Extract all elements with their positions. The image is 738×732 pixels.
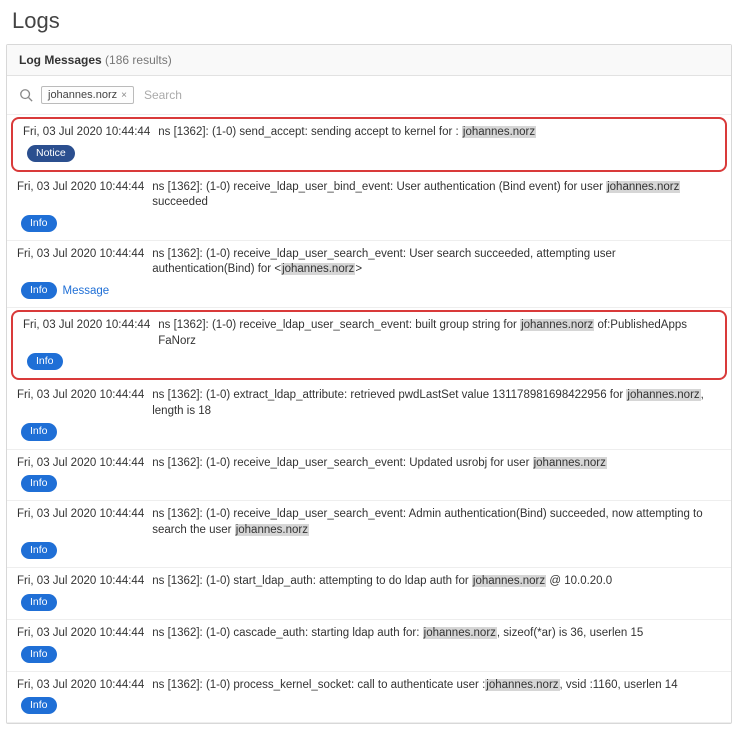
highlight-box: Fri, 03 Jul 2020 10:44:44 ns [1362]: (1-0… — [11, 117, 727, 172]
log-entry[interactable]: Fri, 03 Jul 2020 10:44:44 ns [1362]: (1-0… — [7, 174, 731, 241]
level-badge: Info — [21, 282, 57, 299]
highlighted-user: johannes.norz — [472, 575, 546, 587]
level-badge: Info — [27, 353, 63, 370]
log-list: Fri, 03 Jul 2020 10:44:44 ns [1362]: (1-0… — [7, 117, 731, 723]
log-timestamp: Fri, 03 Jul 2020 10:44:44 — [17, 627, 144, 639]
log-timestamp: Fri, 03 Jul 2020 10:44:44 — [23, 126, 150, 138]
log-message: ns [1362]: (1-0) receive_ldap_user_searc… — [158, 318, 715, 349]
highlighted-user: johannes.norz — [520, 319, 594, 331]
highlighted-user: johannes.norz — [533, 457, 607, 469]
log-message: ns [1362]: (1-0) receive_ldap_user_bind_… — [152, 180, 721, 211]
log-message: ns [1362]: (1-0) extract_ldap_attribute:… — [152, 388, 721, 419]
log-entry[interactable]: Fri, 03 Jul 2020 10:44:44 ns [1362]: (1-0… — [7, 568, 731, 620]
highlighted-user: johannes.norz — [485, 679, 559, 691]
page-title: Logs — [12, 8, 726, 34]
results-count: (186 results) — [105, 53, 172, 67]
level-badge: Info — [21, 594, 57, 611]
log-entry[interactable]: Fri, 03 Jul 2020 10:44:44 ns [1362]: (1-0… — [13, 119, 725, 170]
log-panel: Log Messages (186 results) johannes.norz… — [6, 44, 732, 724]
level-badge: Info — [21, 697, 57, 714]
highlighted-user: johannes.norz — [423, 627, 497, 639]
log-message: ns [1362]: (1-0) cascade_auth: starting … — [152, 626, 643, 642]
log-message: ns [1362]: (1-0) start_ldap_auth: attemp… — [152, 574, 612, 590]
filter-chip-label: johannes.norz — [48, 89, 117, 101]
level-badge: Info — [21, 542, 57, 559]
panel-header: Log Messages (186 results) — [7, 45, 731, 76]
close-icon[interactable]: × — [121, 90, 127, 101]
filter-bar: johannes.norz × — [7, 76, 731, 115]
highlighted-user: johannes.norz — [606, 181, 680, 193]
log-entry[interactable]: Fri, 03 Jul 2020 10:44:44 ns [1362]: (1-0… — [7, 501, 731, 568]
panel-header-title: Log Messages — [19, 53, 102, 67]
log-timestamp: Fri, 03 Jul 2020 10:44:44 — [17, 389, 144, 401]
search-icon — [19, 88, 33, 102]
log-entry[interactable]: Fri, 03 Jul 2020 10:44:44 ns [1362]: (1-0… — [7, 241, 731, 308]
log-timestamp: Fri, 03 Jul 2020 10:44:44 — [17, 679, 144, 691]
log-message: ns [1362]: (1-0) receive_ldap_user_searc… — [152, 507, 721, 538]
log-timestamp: Fri, 03 Jul 2020 10:44:44 — [23, 319, 150, 331]
log-timestamp: Fri, 03 Jul 2020 10:44:44 — [17, 248, 144, 260]
log-timestamp: Fri, 03 Jul 2020 10:44:44 — [17, 508, 144, 520]
highlighted-user: johannes.norz — [281, 263, 355, 275]
log-entry[interactable]: Fri, 03 Jul 2020 10:44:44 ns [1362]: (1-0… — [7, 382, 731, 449]
level-badge: Info — [21, 475, 57, 492]
highlighted-user: johannes.norz — [462, 126, 536, 138]
search-input[interactable] — [142, 84, 719, 106]
log-message: ns [1362]: (1-0) receive_ldap_user_searc… — [152, 456, 607, 472]
level-badge: Notice — [27, 145, 75, 162]
log-timestamp: Fri, 03 Jul 2020 10:44:44 — [17, 457, 144, 469]
message-link[interactable]: Message — [63, 285, 110, 297]
log-entry[interactable]: Fri, 03 Jul 2020 10:44:44 ns [1362]: (1-0… — [7, 672, 731, 724]
log-message: ns [1362]: (1-0) process_kernel_socket: … — [152, 678, 677, 694]
log-entry[interactable]: Fri, 03 Jul 2020 10:44:44 ns [1362]: (1-0… — [7, 620, 731, 672]
level-badge: Info — [21, 215, 57, 232]
highlight-box: Fri, 03 Jul 2020 10:44:44 ns [1362]: (1-0… — [11, 310, 727, 380]
level-badge: Info — [21, 646, 57, 663]
log-entry[interactable]: Fri, 03 Jul 2020 10:44:44 ns [1362]: (1-0… — [7, 450, 731, 502]
highlighted-user: johannes.norz — [235, 524, 309, 536]
filter-chip[interactable]: johannes.norz × — [41, 86, 134, 104]
highlighted-user: johannes.norz — [626, 389, 700, 401]
log-timestamp: Fri, 03 Jul 2020 10:44:44 — [17, 181, 144, 193]
level-badge: Info — [21, 423, 57, 440]
log-message: ns [1362]: (1-0) send_accept: sending ac… — [158, 125, 536, 141]
log-message: ns [1362]: (1-0) receive_ldap_user_searc… — [152, 247, 721, 278]
log-entry[interactable]: Fri, 03 Jul 2020 10:44:44 ns [1362]: (1-0… — [13, 312, 725, 378]
log-timestamp: Fri, 03 Jul 2020 10:44:44 — [17, 575, 144, 587]
